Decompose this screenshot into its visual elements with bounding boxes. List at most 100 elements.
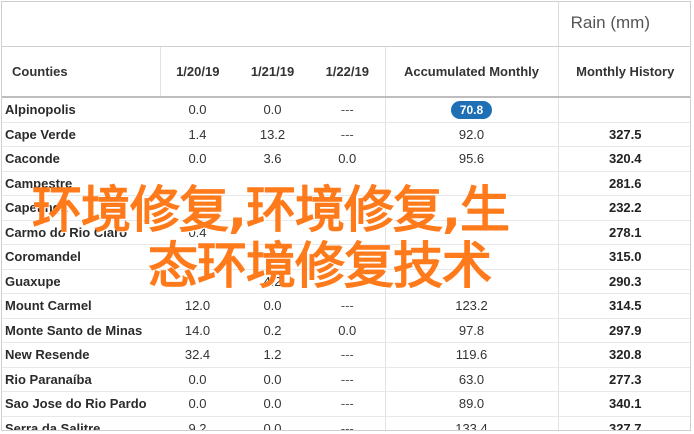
monthly-history-cell: 281.6 <box>557 171 690 196</box>
table-title-bar: Rain (mm) <box>2 2 690 47</box>
monthly-history-cell: 320.8 <box>557 342 690 368</box>
table-row[interactable]: Alpinopolis 0.0 0.0 --- 70.8 <box>2 97 690 123</box>
day2-cell: 0.0 <box>235 416 310 430</box>
county-cell: Cape Verde <box>2 122 160 147</box>
county-cell: Campestre <box>2 171 160 196</box>
day2-cell <box>235 195 310 221</box>
day1-cell: 9.2 <box>160 416 235 430</box>
day3-cell: --- <box>310 342 385 368</box>
accumulated-cell: 119.6 <box>384 342 558 368</box>
table-row[interactable]: Cape Verde 1.4 13.2 --- 92.0 327.5 <box>2 122 690 147</box>
day2-cell <box>235 244 310 270</box>
table-body: Alpinopolis 0.0 0.0 --- 70.8 Cape Verde 1.4 13.… <box>2 97 690 430</box>
day3-cell: 0.0 <box>310 318 385 343</box>
header-date-2[interactable]: 1/21/19 <box>235 47 310 98</box>
table-row[interactable]: Serra da Salitre 9.2 0.0 --- 133.4 327.7 <box>2 416 690 430</box>
table-row[interactable]: Campestre 281.6 <box>2 171 690 196</box>
table-header-row: Counties 1/20/19 1/21/19 1/22/19 Accumul… <box>2 47 690 98</box>
day1-cell: 0.0 <box>160 146 235 172</box>
day3-cell: --- <box>310 293 385 319</box>
county-cell: Sao Jose do Rio Pardo <box>2 391 160 417</box>
day1-cell <box>160 195 235 221</box>
table-row[interactable]: Guaxupe 4.2 290.3 <box>2 269 690 294</box>
county-cell: Guaxupe <box>2 269 160 294</box>
accumulated-cell <box>384 244 558 270</box>
day2-cell: 13.2 <box>235 122 310 147</box>
table-row[interactable]: Coromandel 315.0 <box>2 244 690 270</box>
day1-cell <box>160 171 235 196</box>
day1-cell: 1.4 <box>160 122 235 147</box>
day1-cell: 0.0 <box>160 367 235 392</box>
day1-cell: 32.4 <box>160 342 235 368</box>
county-cell: Coromandel <box>2 244 160 270</box>
day3-cell <box>310 244 385 270</box>
accumulated-cell <box>384 195 558 221</box>
day1-cell: 0.4 <box>160 220 235 245</box>
accumulated-cell <box>384 269 558 294</box>
accumulated-cell <box>384 171 558 196</box>
day3-cell <box>310 195 385 221</box>
day2-cell: 0.0 <box>235 367 310 392</box>
county-cell: Rio Paranaíba <box>2 367 160 392</box>
day1-cell: 12.0 <box>160 293 235 319</box>
monthly-history-cell: 327.7 <box>557 416 690 430</box>
county-cell: Caconde <box>2 146 160 172</box>
header-date-1[interactable]: 1/20/19 <box>160 47 235 98</box>
day2-cell <box>235 220 310 245</box>
monthly-history-cell: 320.4 <box>557 146 690 172</box>
highlight-badge: 70.8 <box>450 100 493 119</box>
day2-cell: 0.0 <box>235 391 310 417</box>
table-row[interactable]: Monte Santo de Minas 14.0 0.2 0.0 97.8 297.9 <box>2 318 690 343</box>
header-accumulated-monthly[interactable]: Accumulated Monthly <box>385 47 559 98</box>
rain-table-widget: Rain (mm) Counties 1/20/19 1/21/19 1/22/… <box>1 1 691 431</box>
monthly-history-cell: 290.3 <box>557 269 690 294</box>
monthly-history-cell: 297.9 <box>557 318 690 343</box>
day3-cell <box>310 269 385 294</box>
rain-table: Counties 1/20/19 1/21/19 1/22/19 Accumul… <box>2 47 690 430</box>
accumulated-cell: 92.0 <box>384 122 558 147</box>
header-date-3[interactable]: 1/22/19 <box>310 47 386 98</box>
monthly-history-cell: 315.0 <box>557 244 690 270</box>
day2-cell: 0.2 <box>235 318 310 343</box>
day2-cell <box>235 171 310 196</box>
accumulated-cell: 97.8 <box>384 318 558 343</box>
header-monthly-history[interactable]: Monthly History <box>558 47 690 98</box>
day1-cell <box>160 269 235 294</box>
day3-cell: --- <box>310 416 385 430</box>
table-row[interactable]: Caconde 0.0 3.6 0.0 95.6 320.4 <box>2 146 690 172</box>
accumulated-cell: 95.6 <box>384 146 558 172</box>
county-cell: New Resende <box>2 342 160 368</box>
table-row[interactable]: New Resende 32.4 1.2 --- 119.6 320.8 <box>2 342 690 368</box>
day2-cell: 0.0 <box>235 97 310 123</box>
county-cell: Serra da Salitre <box>2 416 160 430</box>
table-row[interactable]: Carmo do Rio Claro 0.4 278.1 <box>2 220 690 245</box>
day1-cell: 14.0 <box>160 318 235 343</box>
table-row[interactable]: Capetinga 232.2 <box>2 195 690 221</box>
day1-cell <box>160 244 235 270</box>
day2-cell: 1.2 <box>235 342 310 368</box>
title-divider <box>558 2 559 46</box>
day3-cell: --- <box>310 367 385 392</box>
monthly-history-cell: 314.5 <box>557 293 690 319</box>
county-cell: Mount Carmel <box>2 293 160 319</box>
accumulated-cell: 63.0 <box>384 367 558 392</box>
county-cell: Alpinopolis <box>2 97 160 123</box>
accumulated-cell: 133.4 <box>384 416 558 430</box>
day3-cell: 0.0 <box>310 146 385 172</box>
day3-cell <box>310 171 385 196</box>
day3-cell: --- <box>310 122 385 147</box>
monthly-history-cell: 277.3 <box>557 367 690 392</box>
monthly-history-cell: 340.1 <box>557 391 690 417</box>
rain-title: Rain (mm) <box>570 13 650 32</box>
day3-cell <box>310 220 385 245</box>
table-row[interactable]: Mount Carmel 12.0 0.0 --- 123.2 314.5 <box>2 293 690 319</box>
table-row[interactable]: Sao Jose do Rio Pardo 0.0 0.0 --- 89.0 340.1 <box>2 391 690 417</box>
monthly-history-cell: 232.2 <box>557 195 690 221</box>
day1-cell: 0.0 <box>160 391 235 417</box>
table-row[interactable]: Rio Paranaíba 0.0 0.0 --- 63.0 277.3 <box>2 367 690 392</box>
accumulated-cell: 123.2 <box>384 293 558 319</box>
day1-cell: 0.0 <box>160 97 235 123</box>
day2-cell: 4.2 <box>235 269 310 294</box>
county-cell: Monte Santo de Minas <box>2 318 160 343</box>
header-counties[interactable]: Counties <box>2 47 161 98</box>
